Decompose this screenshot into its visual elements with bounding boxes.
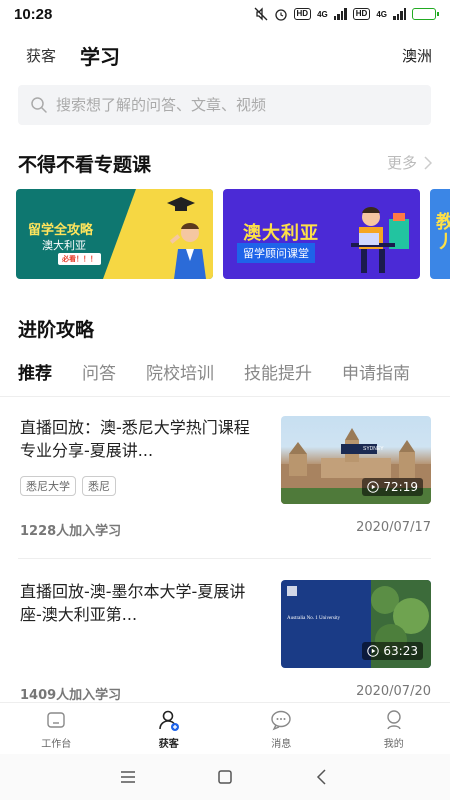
advanced-section-title: 进阶攻略 — [18, 319, 95, 341]
graduation-cap-icon — [167, 197, 195, 211]
status-icons: HD 4G HD 4G — [254, 7, 439, 21]
course-thumbnail[interactable]: Australia No. 1 University 63:23 — [281, 580, 431, 668]
tab-school-training[interactable]: 院校培训 — [146, 359, 214, 384]
tab-guest[interactable]: 获客 — [26, 45, 56, 66]
nav-item-workbench[interactable]: 工作台 — [0, 703, 113, 754]
learners-count: 1228人加入学习 — [20, 524, 122, 539]
hd-badge-1: HD — [293, 8, 312, 20]
featured-carousel[interactable]: 留学全攻略 澳大利亚 必看！！！ 澳大利亚 留学顾问课堂 教丿 — [16, 189, 450, 279]
card-1-badge: 必看！！！ — [58, 253, 101, 265]
featured-card-partial[interactable]: 教丿 — [430, 189, 450, 279]
course-tag[interactable]: 悉尼 — [82, 476, 116, 496]
course-title: 直播回放：澳-悉尼大学热门课程专业分享-夏展讲... — [20, 418, 250, 460]
workbench-icon — [47, 712, 65, 728]
alarm-icon — [274, 9, 287, 21]
search-icon — [31, 97, 47, 113]
chevron-right-icon — [424, 155, 432, 170]
course-thumbnail[interactable]: SYDNEY 72:19 — [281, 416, 431, 504]
nav-label: 工作台 — [41, 739, 72, 750]
search-bar[interactable] — [18, 85, 431, 125]
network-label-2: 4G — [376, 9, 387, 19]
user-add-icon — [158, 710, 179, 731]
mute-icon — [254, 7, 267, 21]
system-nav-bar — [0, 754, 450, 800]
course-card[interactable]: 直播回放-澳-墨尔本大学-夏展讲座-澳大利亚第... Australia No.… — [18, 580, 431, 703]
menu-icon[interactable] — [118, 767, 138, 787]
student-illustration — [169, 223, 206, 279]
course-tags: 悉尼大学 悉尼 — [20, 476, 116, 496]
duration-text: 63:23 — [383, 644, 418, 658]
tab-application-guide[interactable]: 申请指南 — [342, 359, 410, 384]
play-icon — [367, 481, 380, 493]
profile-icon — [387, 710, 401, 730]
top-header: 获客 学习 澳洲 — [0, 38, 450, 72]
more-link[interactable]: 更多 — [387, 152, 432, 173]
duration-text: 72:19 — [383, 480, 418, 494]
tab-study[interactable]: 学习 — [80, 41, 120, 70]
nav-item-guest[interactable]: 获客 — [113, 703, 226, 754]
thumb-heading-text: Australia No. 1 University — [287, 616, 341, 621]
more-label: 更多 — [386, 154, 417, 172]
region-selector[interactable]: 澳洲 — [402, 45, 432, 66]
card-3-title: 教丿 — [436, 212, 450, 253]
tab-recommended[interactable]: 推荐 — [18, 359, 52, 384]
thumb-logo-text: SYDNEY — [363, 446, 384, 452]
duration-badge: 63:23 — [362, 642, 423, 660]
nav-label: 我的 — [383, 739, 404, 750]
tabs-divider — [0, 396, 450, 397]
play-icon — [367, 645, 380, 657]
home-icon[interactable] — [215, 767, 235, 787]
search-input[interactable] — [56, 96, 396, 114]
nav-label: 获客 — [158, 739, 179, 750]
card-2-title: 澳大利亚 — [243, 223, 319, 244]
list-divider — [18, 558, 431, 559]
card-1-subtitle: 澳大利亚 — [42, 239, 86, 252]
status-bar: 10:28 HD 4G HD 4G — [0, 0, 450, 28]
featured-card-australia-advisor[interactable]: 澳大利亚 留学顾问课堂 — [223, 189, 420, 279]
tab-skills[interactable]: 技能提升 — [244, 359, 312, 384]
nav-item-profile[interactable]: 我的 — [338, 703, 450, 754]
course-title: 直播回放-澳-墨尔本大学-夏展讲座-澳大利亚第... — [20, 582, 246, 624]
bottom-nav: 工作台 获客 消息 我的 — [0, 702, 450, 754]
network-label-1: 4G — [317, 9, 328, 19]
card-2-subtitle: 留学顾问课堂 — [237, 243, 315, 263]
course-card[interactable]: 直播回放：澳-悉尼大学热门课程专业分享-夏展讲... 悉尼大学 悉尼 SYDNE… — [18, 416, 431, 546]
featured-section-title: 不得不看专题课 — [18, 154, 152, 176]
course-tag[interactable]: 悉尼大学 — [20, 476, 76, 496]
learners-count: 1409人加入学习 — [20, 688, 122, 703]
course-date: 2020/07/20 — [356, 684, 431, 699]
signal-icon-2 — [393, 8, 406, 20]
advisor-illustration — [351, 207, 409, 273]
category-tabs: 推荐 问答 院校培训 技能提升 申请指南 — [18, 356, 450, 386]
card-1-title: 留学全攻略 — [28, 223, 94, 238]
battery-icon — [412, 8, 439, 20]
nav-label: 消息 — [271, 739, 292, 750]
featured-card-study-guide[interactable]: 留学全攻略 澳大利亚 必看！！！ — [16, 189, 213, 279]
message-icon — [271, 710, 291, 731]
signal-icon-1 — [333, 8, 347, 20]
duration-badge: 72:19 — [362, 478, 423, 496]
nav-item-messages[interactable]: 消息 — [225, 703, 338, 754]
course-date: 2020/07/17 — [356, 520, 431, 535]
tab-qa[interactable]: 问答 — [82, 359, 116, 384]
back-icon[interactable] — [312, 767, 332, 787]
status-time: 10:28 — [14, 5, 53, 23]
hd-badge-2: HD — [352, 8, 371, 20]
